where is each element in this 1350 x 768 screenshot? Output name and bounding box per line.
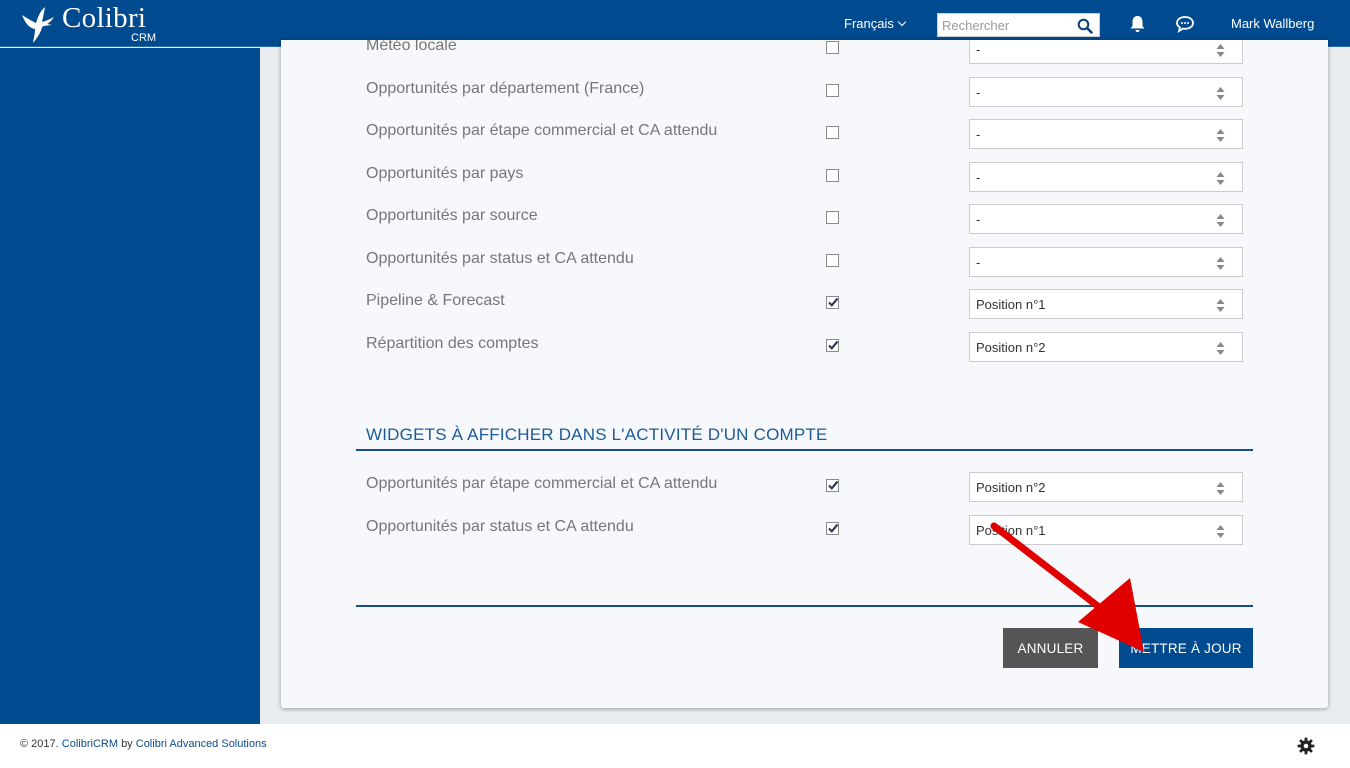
widget-checkbox[interactable] <box>826 168 839 182</box>
chevron-down-icon <box>897 17 907 27</box>
widget-label: Opportunités par étape commercial et CA … <box>366 122 718 139</box>
company-link[interactable]: Colibri Advanced Solutions <box>136 738 267 750</box>
widget-row: Opportunités par source - <box>281 198 1328 240</box>
widget-label: Opportunités par source <box>366 207 538 224</box>
position-value: Position n°1 <box>976 297 1046 312</box>
position-value: - <box>976 254 981 270</box>
checkmark-icon <box>828 523 839 533</box>
user-menu[interactable]: Mark Wallberg <box>1231 16 1314 31</box>
search-box <box>937 13 1100 37</box>
logo-subtitle: CRM <box>131 32 157 44</box>
sort-arrows-icon <box>1216 171 1225 185</box>
widget-label: Répartition des comptes <box>366 334 539 352</box>
copyright-text: © 2017. ColibriCRM by Colibri Advanced S… <box>20 738 267 750</box>
checkmark-icon <box>828 340 839 350</box>
checkmark-icon <box>828 480 839 490</box>
gear-icon[interactable] <box>1297 737 1315 755</box>
widget-row: Opportunités par status et CA attendu - <box>281 241 1328 283</box>
widget-checkbox[interactable] <box>826 296 839 309</box>
position-value: - <box>976 84 981 100</box>
widget-label: Opportunités par status et CA attendu <box>366 249 634 267</box>
section-divider <box>356 449 1253 451</box>
position-select[interactable]: Position n°2 <box>969 331 1243 362</box>
left-sidebar <box>0 48 260 724</box>
position-select[interactable]: Position n°1 <box>969 289 1243 319</box>
position-select[interactable]: - <box>969 161 1243 192</box>
widget-checkbox[interactable] <box>826 211 839 224</box>
sort-arrows-icon <box>1216 256 1225 270</box>
position-select[interactable]: - <box>969 246 1243 277</box>
sort-arrows-icon <box>1216 86 1225 100</box>
position-value: Position n°2 <box>976 480 1046 495</box>
position-select[interactable]: - <box>969 40 1243 64</box>
search-icon[interactable] <box>1077 18 1093 34</box>
widget-checkbox[interactable] <box>826 83 839 97</box>
widget-label: Météo locale <box>366 40 457 54</box>
product-link[interactable]: ColibriCRM <box>62 738 118 750</box>
widget-row: Opportunités par étape commercial et CA … <box>281 113 1328 155</box>
sort-arrows-icon <box>1216 524 1225 538</box>
app-logo[interactable]: Colibri CRM <box>18 2 168 45</box>
position-select[interactable]: - <box>969 76 1243 107</box>
widget-checkbox[interactable] <box>826 521 839 535</box>
position-select[interactable]: Position n°1 <box>969 514 1243 545</box>
widget-row: Opportunités par étape commercial et CA … <box>281 466 1328 508</box>
search-input[interactable] <box>938 14 1073 36</box>
sort-arrows-icon <box>1216 129 1225 142</box>
language-dropdown[interactable]: Français <box>844 16 907 31</box>
checkmark-icon <box>828 297 839 307</box>
widget-label: Pipeline & Forecast <box>366 292 505 309</box>
widget-label: Opportunités par département (France) <box>366 79 645 97</box>
widget-checkbox[interactable] <box>826 41 839 54</box>
hummingbird-logo-icon <box>22 7 54 43</box>
position-value: Position n°2 <box>976 339 1046 355</box>
sort-arrows-icon <box>1216 44 1225 57</box>
widgets-settings-card: Météo locale - Opportunités par départemen… <box>281 40 1328 708</box>
language-label: Français <box>844 16 894 31</box>
sort-arrows-icon <box>1216 299 1225 312</box>
widget-row: Opportunités par pays - <box>281 156 1328 198</box>
widget-checkbox[interactable] <box>826 338 839 352</box>
sort-arrows-icon <box>1216 482 1225 495</box>
position-value: - <box>976 127 981 142</box>
widget-checkbox[interactable] <box>826 253 839 267</box>
widget-label: Opportunités par status et CA attendu <box>366 517 634 535</box>
position-value: - <box>976 212 981 227</box>
update-button[interactable]: METTRE À JOUR <box>1119 628 1253 668</box>
sort-arrows-icon <box>1216 341 1225 355</box>
account-widgets-section-title: WIDGETS À AFFICHER DANS L'ACTIVITÉ D'UN … <box>366 425 828 444</box>
logo-name: Colibri <box>62 2 147 34</box>
widget-checkbox[interactable] <box>826 479 839 492</box>
position-select[interactable]: Position n°2 <box>969 472 1243 502</box>
widget-label: Opportunités par étape commercial et CA … <box>366 475 718 492</box>
position-value: - <box>976 169 981 185</box>
chat-icon[interactable] <box>1175 15 1195 33</box>
copyright-year: © 2017. <box>20 738 59 750</box>
position-select[interactable]: - <box>969 204 1243 234</box>
widget-label: Opportunités par pays <box>366 164 524 182</box>
position-value: Position n°1 <box>976 522 1046 538</box>
widget-checkbox[interactable] <box>826 126 839 139</box>
page-footer: © 2017. ColibriCRM by Colibri Advanced S… <box>0 724 1350 768</box>
form-divider <box>356 605 1253 607</box>
position-select[interactable]: - <box>969 119 1243 149</box>
widget-row: Opportunités par status et CA attendu Pos… <box>281 509 1328 551</box>
position-value: - <box>976 42 981 57</box>
cancel-button[interactable]: ANNULER <box>1003 628 1098 668</box>
sort-arrows-icon <box>1216 214 1225 227</box>
widget-row: Répartition des comptes Position n°2 <box>281 326 1328 368</box>
widget-row: Pipeline & Forecast Position n°1 <box>281 283 1328 325</box>
widget-row: Météo locale - <box>281 40 1328 70</box>
by-text: by <box>121 738 133 750</box>
widget-row: Opportunités par département (France) - <box>281 71 1328 113</box>
bell-icon[interactable] <box>1129 15 1146 33</box>
